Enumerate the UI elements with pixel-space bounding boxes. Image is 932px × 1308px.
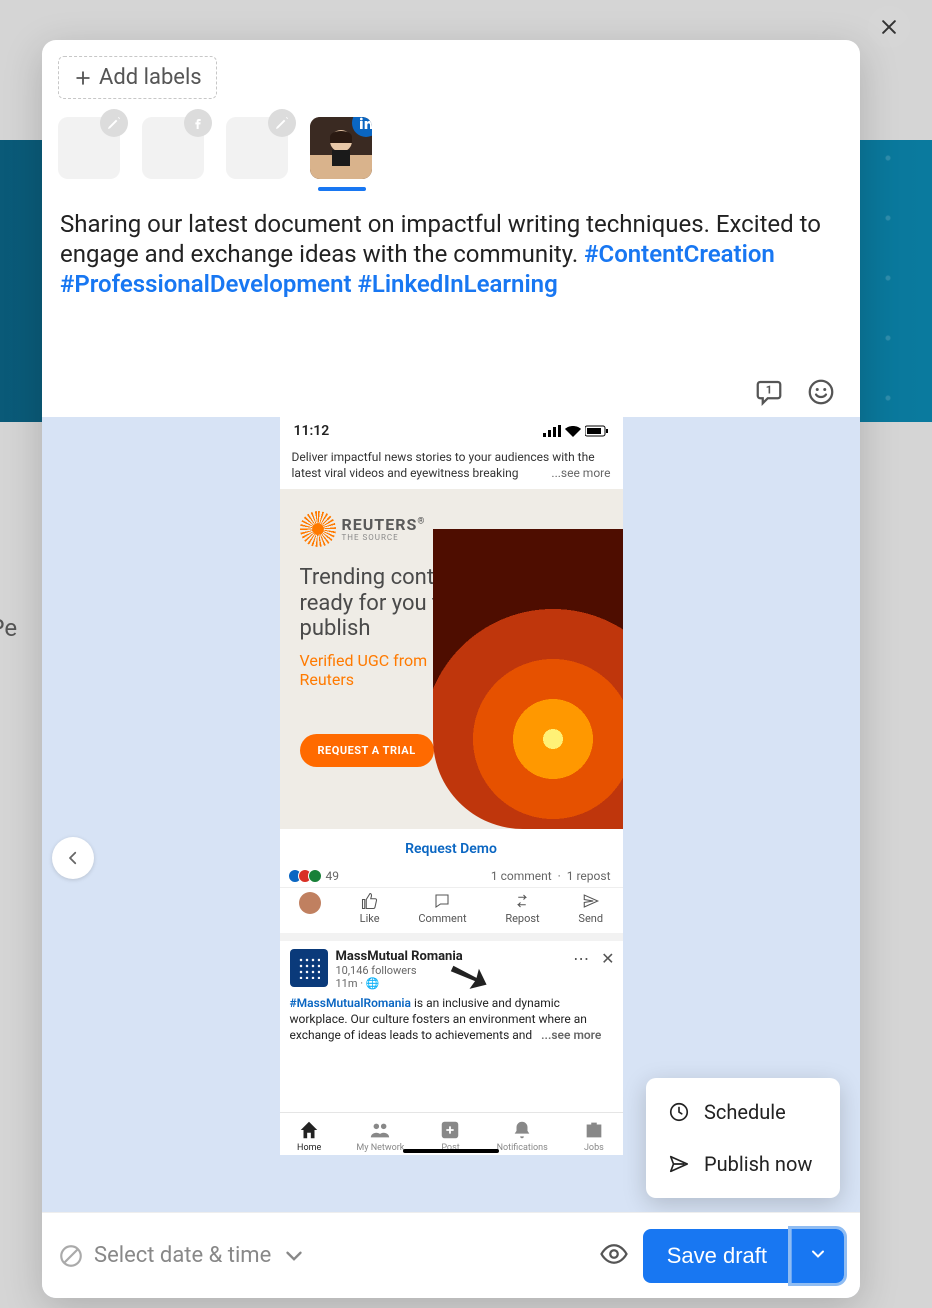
chevron-down-icon [808, 1244, 828, 1264]
feed-snippet-text: Deliver impactful news stories to your a… [292, 450, 595, 480]
compose-modal: Add labels [42, 40, 860, 1298]
tab-network[interactable]: My Network [356, 1119, 404, 1153]
save-draft-button[interactable]: Save draft [643, 1229, 791, 1283]
channel-list [58, 117, 844, 179]
ad-card: REUTERS® THE SOURCE Trending content rea… [280, 489, 623, 829]
previous-media-button[interactable] [52, 837, 94, 879]
pencil-icon [100, 109, 128, 137]
see-more-link[interactable]: ...see more [551, 465, 610, 481]
phone-status-bar: 11:12 [280, 417, 623, 443]
save-draft-dropdown[interactable] [791, 1229, 844, 1283]
hashtag-3[interactable]: #LinkedInLearning [358, 270, 558, 298]
phone-time: 11:12 [294, 423, 330, 439]
reaction-icons [292, 869, 322, 883]
channel-draft-1[interactable] [58, 117, 120, 179]
comment-button[interactable]: Comment [418, 892, 466, 925]
hashtag-2[interactable]: #ProfessionalDevelopment [60, 270, 352, 298]
more-icon[interactable]: ⋯ [573, 949, 589, 968]
tab-notifications[interactable]: Notifications [497, 1119, 548, 1153]
preview-button[interactable] [599, 1239, 629, 1273]
post-followers: 10,146 followers [336, 964, 463, 977]
modal-footer: Select date & time Save draft [42, 1212, 860, 1298]
tab-home[interactable]: Home [297, 1119, 321, 1153]
date-picker-label: Select date & time [94, 1243, 271, 1268]
phone-preview: 11:12 Deliver impactful news stories to … [280, 417, 623, 1155]
avatar-small[interactable] [299, 892, 321, 925]
request-trial-button[interactable]: REQUEST A TRIAL [300, 734, 434, 767]
reaction-count: 49 [326, 869, 340, 883]
globe-icon: 🌐 [366, 977, 380, 990]
hashtag-1[interactable]: #ContentCreation [584, 240, 775, 268]
add-labels-text: Add labels [99, 65, 202, 90]
action-row: Like Comment Repost Send [280, 888, 623, 933]
publish-now-option[interactable]: Publish now [646, 1138, 840, 1190]
plus-icon [73, 68, 93, 88]
publish-dropdown-menu: Schedule Publish now [646, 1078, 840, 1198]
schedule-label: Schedule [704, 1100, 786, 1124]
send-button[interactable]: Send [578, 892, 603, 925]
tab-jobs[interactable]: Jobs [583, 1119, 605, 1153]
repost-button[interactable]: Repost [505, 892, 539, 925]
svg-text:1: 1 [766, 383, 772, 396]
no-schedule-icon [58, 1243, 84, 1269]
reuters-tagline: THE SOURCE [342, 533, 426, 542]
date-time-picker[interactable]: Select date & time [58, 1243, 307, 1269]
channel-facebook[interactable] [142, 117, 204, 179]
close-button[interactable] [868, 6, 910, 48]
phone-status-icons [543, 425, 609, 437]
post-body: #MassMutualRomania is an inclusive and d… [290, 990, 613, 1043]
post-time: 11m · [336, 977, 364, 990]
chevron-down-icon [281, 1243, 307, 1269]
chevron-left-icon [64, 849, 82, 867]
modal-header: Add labels [42, 40, 860, 191]
eye-icon [599, 1239, 629, 1269]
post-options: ⋯ ✕ [573, 949, 614, 968]
reuters-registered: ® [417, 517, 425, 527]
reuters-brand: REUTERS [342, 515, 418, 534]
comment-count[interactable]: 1 comment [491, 869, 552, 883]
compose-tools: 1 [42, 299, 860, 417]
clock-icon [668, 1101, 690, 1123]
massmutual-logo[interactable] [290, 949, 328, 987]
emoji-button[interactable] [804, 375, 838, 409]
request-demo-link[interactable]: Request Demo [280, 829, 623, 869]
home-indicator [403, 1149, 499, 1153]
signal-icon [543, 425, 561, 437]
like-button[interactable]: Like [360, 892, 380, 925]
send-icon [668, 1153, 690, 1175]
post-text-area[interactable]: Sharing our latest document on impactful… [42, 191, 860, 299]
massmutual-post: ⋯ ✕ MassMutual Romania 10,146 followers … [280, 933, 623, 1043]
add-labels-button[interactable]: Add labels [58, 56, 217, 99]
close-icon [879, 17, 899, 37]
phone-tabbar: Home My Network Post Notifications Jobs [280, 1112, 623, 1155]
channel-draft-2[interactable] [226, 117, 288, 179]
background-text-fragment: p Pe [0, 614, 17, 642]
publish-now-label: Publish now [704, 1152, 812, 1176]
tab-post[interactable]: Post [439, 1119, 461, 1153]
pencil-icon [268, 109, 296, 137]
post-hashtag[interactable]: #MassMutualRomania [290, 996, 412, 1010]
dismiss-icon[interactable]: ✕ [601, 949, 614, 968]
first-comment-button[interactable]: 1 [752, 375, 786, 409]
repost-count[interactable]: 1 repost [567, 869, 611, 883]
feed-snippet: Deliver impactful news stories to your a… [280, 443, 623, 483]
reuters-dot-icon [300, 511, 336, 547]
reaction-row: 49 1 comment · 1 repost [280, 869, 623, 888]
ad-image [433, 529, 623, 829]
channel-linkedin[interactable] [310, 117, 372, 179]
schedule-option[interactable]: Schedule [646, 1086, 840, 1138]
facebook-icon [184, 109, 212, 137]
post-see-more[interactable]: ...see more [541, 1028, 601, 1042]
wifi-icon [565, 425, 581, 437]
battery-icon [585, 425, 609, 437]
ad-subhead: Verified UGC from Reuters [280, 641, 440, 689]
post-author[interactable]: MassMutual Romania [336, 949, 463, 964]
